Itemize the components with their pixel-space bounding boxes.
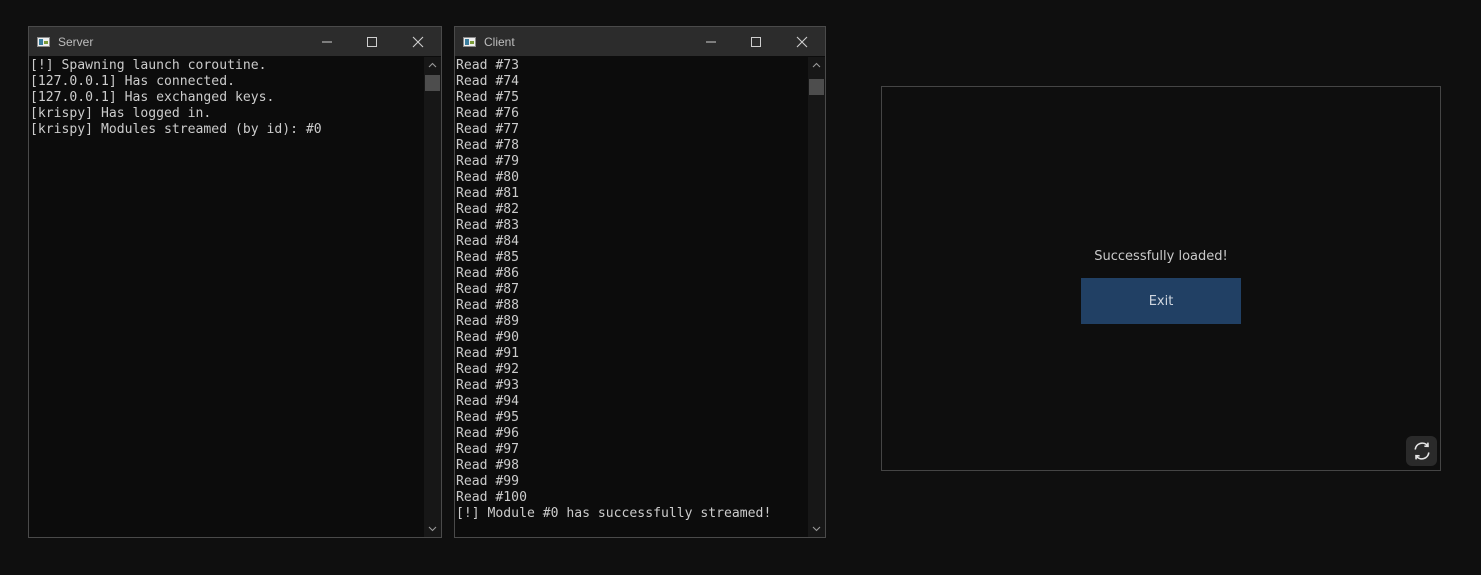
minimize-icon	[706, 41, 716, 42]
client-window-title: Client	[484, 34, 515, 49]
console-app-icon	[463, 36, 476, 47]
console-line: Read #82	[456, 202, 520, 217]
scroll-up-arrow[interactable]	[808, 57, 825, 73]
console-line: Read #75	[456, 90, 520, 105]
console-line: Read #84	[456, 234, 520, 249]
server-console-output: [!] Spawning launch coroutine. [127.0.0.1…	[29, 57, 424, 537]
console-line: Read #73	[456, 58, 520, 73]
scroll-up-arrow[interactable]	[424, 57, 441, 73]
console-line: Read #97	[456, 442, 520, 457]
console-line: Read #93	[456, 378, 520, 393]
console-line: Read #96	[456, 426, 520, 441]
console-line: Read #83	[456, 218, 520, 233]
console-line: Read #99	[456, 474, 520, 489]
console-line: [!] Spawning launch coroutine.	[30, 58, 267, 73]
console-line: Read #92	[456, 362, 520, 377]
client-console-output: Read #73 Read #74 Read #75 Read #76 Read #77…	[455, 57, 808, 537]
maximize-icon	[367, 36, 377, 47]
close-button[interactable]	[396, 27, 440, 56]
server-window-title: Server	[58, 34, 94, 49]
chevron-up-icon	[428, 62, 437, 68]
console-app-icon	[37, 36, 50, 47]
console-line: Read #80	[456, 170, 520, 185]
refresh-button[interactable]	[1406, 436, 1437, 466]
console-line: Read #81	[456, 186, 520, 201]
console-line: Read #98	[456, 458, 520, 473]
maximize-button[interactable]	[734, 27, 778, 56]
console-line: Read #85	[456, 250, 520, 265]
console-line: Read #90	[456, 330, 520, 345]
scroll-thumb[interactable]	[425, 75, 440, 91]
console-line: [127.0.0.1] Has connected.	[30, 74, 235, 89]
chevron-down-icon	[812, 526, 821, 532]
status-message: Successfully loaded!	[1094, 249, 1228, 264]
console-line: Read #100	[456, 490, 527, 505]
scroll-thumb[interactable]	[809, 79, 824, 95]
server-scrollbar[interactable]	[424, 57, 441, 537]
client-title-bar[interactable]: Client	[455, 27, 825, 56]
console-line: Read #76	[456, 106, 520, 121]
console-line: [!] Module #0 has successfully streamed!	[456, 506, 772, 521]
console-line: Read #77	[456, 122, 520, 137]
chevron-down-icon	[428, 526, 437, 532]
close-icon	[412, 36, 424, 47]
console-line: Read #79	[456, 154, 520, 169]
scroll-down-arrow[interactable]	[808, 521, 825, 537]
console-line: Read #95	[456, 410, 520, 425]
minimize-icon	[322, 41, 332, 42]
console-line: [krispy] Has logged in.	[30, 106, 212, 121]
client-scrollbar[interactable]	[808, 57, 825, 537]
close-icon	[796, 36, 808, 47]
console-line: Read #87	[456, 282, 520, 297]
scroll-down-arrow[interactable]	[424, 521, 441, 537]
refresh-icon	[1413, 442, 1430, 460]
console-line: Read #88	[456, 298, 520, 313]
console-line: Read #89	[456, 314, 520, 329]
server-console-window: Server [!] Spawning launch coroutine. [12…	[28, 26, 442, 538]
console-line: Read #94	[456, 394, 520, 409]
console-line: [krispy] Modules streamed (by id): #0	[30, 122, 322, 137]
console-line: Read #74	[456, 74, 520, 89]
exit-button[interactable]: Exit	[1081, 278, 1241, 324]
console-line: Read #86	[456, 266, 520, 281]
maximize-button[interactable]	[350, 27, 394, 56]
console-line: [127.0.0.1] Has exchanged keys.	[30, 90, 275, 105]
chevron-up-icon	[812, 62, 821, 68]
loader-window: Successfully loaded! Exit	[881, 86, 1441, 471]
minimize-button[interactable]	[305, 27, 349, 56]
console-line: Read #91	[456, 346, 520, 361]
console-line: Read #78	[456, 138, 520, 153]
maximize-icon	[751, 36, 761, 47]
minimize-button[interactable]	[689, 27, 733, 56]
server-title-bar[interactable]: Server	[29, 27, 441, 56]
client-console-window: Client Read #73 Read #74 Read #75 Read #76 R…	[454, 26, 826, 538]
close-button[interactable]	[780, 27, 824, 56]
